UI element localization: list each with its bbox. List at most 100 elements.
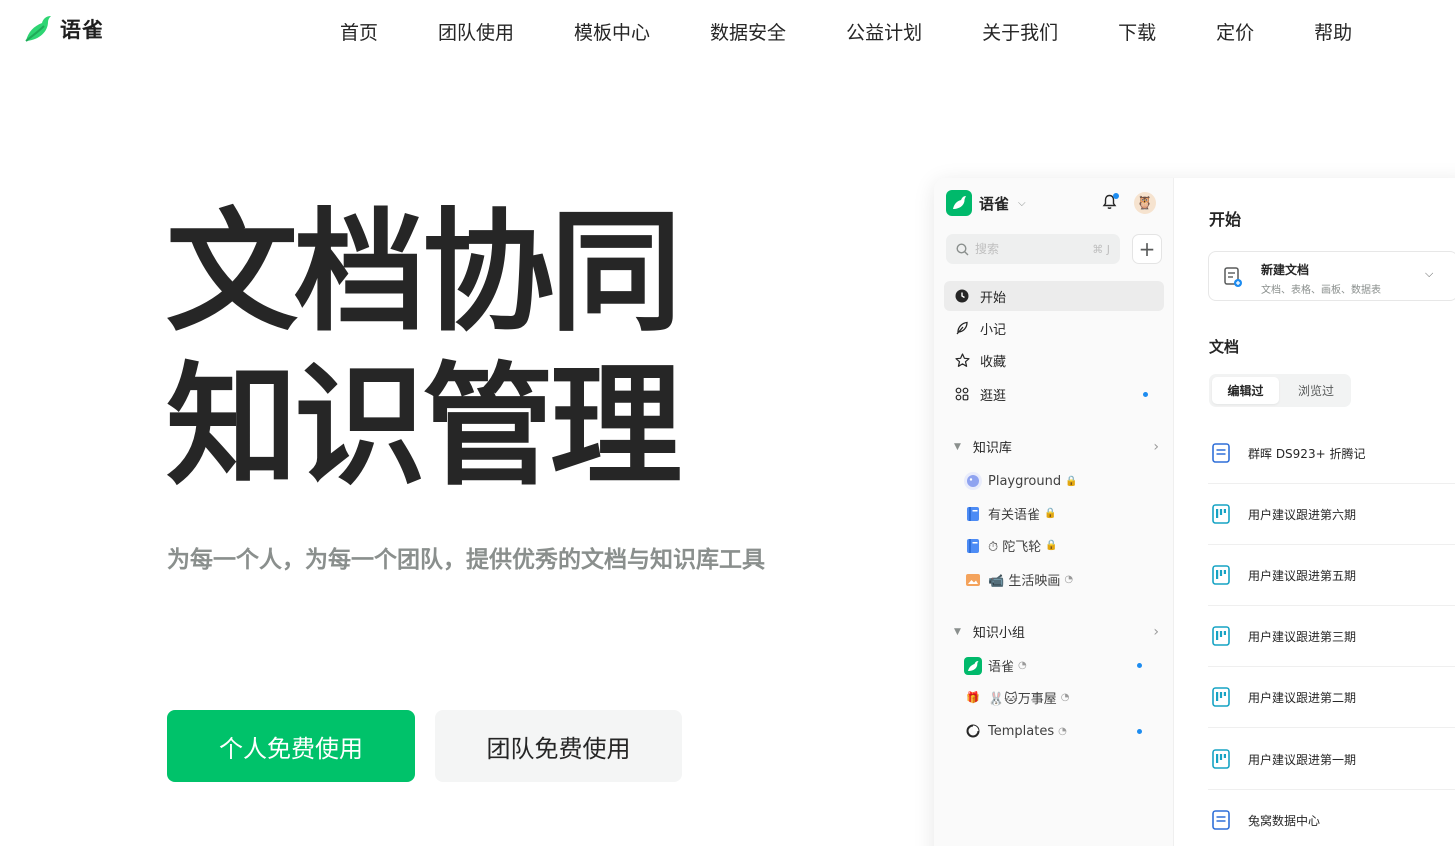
doc-title: 用户建议跟进第二期 — [1248, 690, 1357, 705]
top-nav: 语雀 首页 团队使用 模板中心 数据安全 公益计划 关于我们 下载 定价 帮助 — [0, 0, 1455, 64]
nav-charity[interactable]: 公益计划 — [846, 18, 922, 45]
sidebar-item-notes[interactable]: 小记 — [944, 313, 1164, 343]
tab-edited[interactable]: 编辑过 — [1212, 377, 1279, 404]
tab-viewed[interactable]: 浏览过 — [1285, 377, 1347, 404]
kb-item-label: ⏱ 陀飞轮 — [988, 540, 1042, 555]
doc-title: 用户建议跟进第一期 — [1248, 752, 1357, 767]
sidebar-item-favorites[interactable]: 收藏 — [944, 345, 1164, 375]
triangle-down-icon: ▼ — [954, 626, 961, 637]
doc-row[interactable]: 用户建议跟进第三期 — [1208, 606, 1455, 667]
hero-title: 文档协同 知识管理 — [166, 196, 682, 504]
nav-pricing[interactable]: 定价 — [1216, 18, 1254, 45]
groups-section[interactable]: ▼ 知识小组 › — [954, 622, 1159, 642]
doc-row[interactable]: 群晖 DS923+ 折腾记 — [1208, 423, 1455, 484]
hero-title-line-2: 知识管理 — [166, 350, 682, 504]
kb-item-tourbillon[interactable]: ⏱ 陀飞轮 🔒 — [964, 536, 1164, 555]
main-nav: 首页 团队使用 模板中心 数据安全 公益计划 关于我们 下载 定价 帮助 — [340, 18, 1412, 45]
clock-icon — [954, 288, 970, 304]
new-doc-subtitle: 文档、表格、画板、数据表 — [1261, 285, 1381, 296]
sidebar-item-start[interactable]: 开始 — [944, 281, 1164, 311]
app-brand-name: 语雀 — [979, 194, 1010, 213]
chevron-down-icon[interactable]: ⌵ — [1425, 267, 1433, 281]
unread-dot — [1137, 663, 1142, 668]
add-button[interactable]: + — [1132, 234, 1162, 264]
public-icon: ◔ — [1058, 725, 1067, 737]
board-icon — [1212, 749, 1230, 769]
feather-icon — [954, 320, 970, 336]
kb-item-life-video[interactable]: 📹 生活映画 ◔ — [964, 570, 1164, 589]
nav-home[interactable]: 首页 — [340, 18, 378, 45]
kb-item-playground[interactable]: Playground 🔒 — [964, 472, 1164, 490]
app-brand-switcher[interactable]: 语雀 ⌵ — [946, 190, 1026, 216]
nav-about[interactable]: 关于我们 — [982, 18, 1058, 45]
personal-free-button[interactable]: 个人免费使用 — [167, 710, 415, 782]
bell-icon[interactable] — [1102, 193, 1119, 214]
doc-title: 兔窝数据中心 — [1248, 813, 1321, 828]
search-shortcut: ⌘ J — [1092, 242, 1110, 256]
app-preview: 语雀 ⌵ 🦉 ⌘ J + 开始 小记 收藏 逛逛 — [934, 178, 1455, 846]
public-icon: ◔ — [1018, 660, 1027, 671]
doc-title: 群晖 DS923+ 折腾记 — [1248, 446, 1366, 461]
doc-row[interactable]: 用户建议跟进第五期 — [1208, 545, 1455, 606]
chevron-right-icon[interactable]: › — [1153, 439, 1159, 455]
notification-dot — [1113, 193, 1119, 199]
yuque-bird-icon — [25, 16, 51, 42]
knowledge-base-section[interactable]: ▼ 知识库 › — [954, 437, 1159, 457]
app-main: 开始 新建文档 文档、表格、画板、数据表 ⌵ 文档 编辑过 浏览过 群晖 DS9… — [1175, 178, 1455, 846]
group-item-wanshiwu[interactable]: 🎁 🐰🐱万事屋 ◔ — [964, 688, 1164, 707]
group-item-templates[interactable]: Templates ◔ — [964, 722, 1164, 740]
star-icon — [954, 352, 970, 368]
nav-templates[interactable]: 模板中心 — [574, 18, 650, 45]
start-heading: 开始 — [1209, 210, 1242, 229]
public-icon: ◔ — [1064, 574, 1074, 585]
doc-row[interactable]: 用户建议跟进第二期 — [1208, 667, 1455, 728]
doc-title: 用户建议跟进第六期 — [1248, 507, 1357, 522]
search-box[interactable]: ⌘ J — [946, 234, 1120, 264]
new-doc-title: 新建文档 — [1261, 263, 1310, 277]
search-input[interactable] — [975, 242, 1075, 256]
book-icon — [964, 505, 982, 523]
book-icon — [964, 537, 982, 555]
nav-security[interactable]: 数据安全 — [710, 18, 786, 45]
public-icon: ◔ — [1060, 692, 1070, 703]
yuque-group-icon — [964, 656, 982, 675]
nav-help[interactable]: 帮助 — [1314, 18, 1352, 45]
unread-dot — [1143, 391, 1148, 397]
triangle-down-icon: ▼ — [954, 441, 961, 452]
docs-tabs: 编辑过 浏览过 — [1209, 374, 1351, 407]
doc-row[interactable]: 用户建议跟进第一期 — [1208, 729, 1455, 790]
kb-item-label: Playground — [988, 473, 1062, 489]
sidebar-item-explore[interactable]: 逛逛 — [944, 379, 1164, 409]
section-title: 知识小组 — [972, 626, 1025, 641]
grid-icon — [954, 386, 970, 402]
docs-heading: 文档 — [1209, 338, 1240, 356]
chevron-down-icon: ⌵ — [1018, 197, 1026, 209]
sidebar-item-label: 小记 — [980, 322, 1007, 338]
board-icon — [1212, 687, 1230, 707]
group-item-label: 语雀 — [988, 660, 1015, 675]
brand-logo[interactable]: 语雀 — [22, 14, 104, 44]
photo-album-icon — [964, 571, 982, 589]
board-icon — [1212, 504, 1230, 524]
group-item-yuque[interactable]: 语雀 ◔ — [964, 656, 1164, 675]
avatar[interactable]: 🦉 — [1134, 192, 1156, 214]
doc-icon — [1212, 810, 1230, 830]
lock-icon: 🔒 — [1044, 508, 1057, 519]
group-item-label: Templates — [988, 723, 1055, 739]
group-item-label: 🐰🐱万事屋 — [988, 692, 1057, 707]
new-doc-icon — [1223, 266, 1243, 292]
new-doc-button[interactable]: 新建文档 文档、表格、画板、数据表 ⌵ — [1208, 251, 1455, 301]
search-icon — [956, 242, 969, 255]
nav-download[interactable]: 下载 — [1118, 18, 1156, 45]
chevron-right-icon[interactable]: › — [1153, 624, 1159, 640]
kb-item-label: 📹 生活映画 — [988, 574, 1061, 589]
section-title: 知识库 — [972, 441, 1012, 456]
team-free-button[interactable]: 团队免费使用 — [435, 710, 682, 782]
gift-icon: 🎁 — [966, 691, 980, 704]
doc-row[interactable]: 用户建议跟进第六期 — [1208, 484, 1455, 545]
nav-team[interactable]: 团队使用 — [438, 18, 514, 45]
doc-row[interactable]: 兔窝数据中心 — [1208, 790, 1455, 846]
sidebar-item-label: 逛逛 — [980, 388, 1007, 404]
app-sidebar: 语雀 ⌵ 🦉 ⌘ J + 开始 小记 收藏 逛逛 — [934, 178, 1174, 846]
kb-item-about-yuque[interactable]: 有关语雀 🔒 — [964, 504, 1164, 523]
